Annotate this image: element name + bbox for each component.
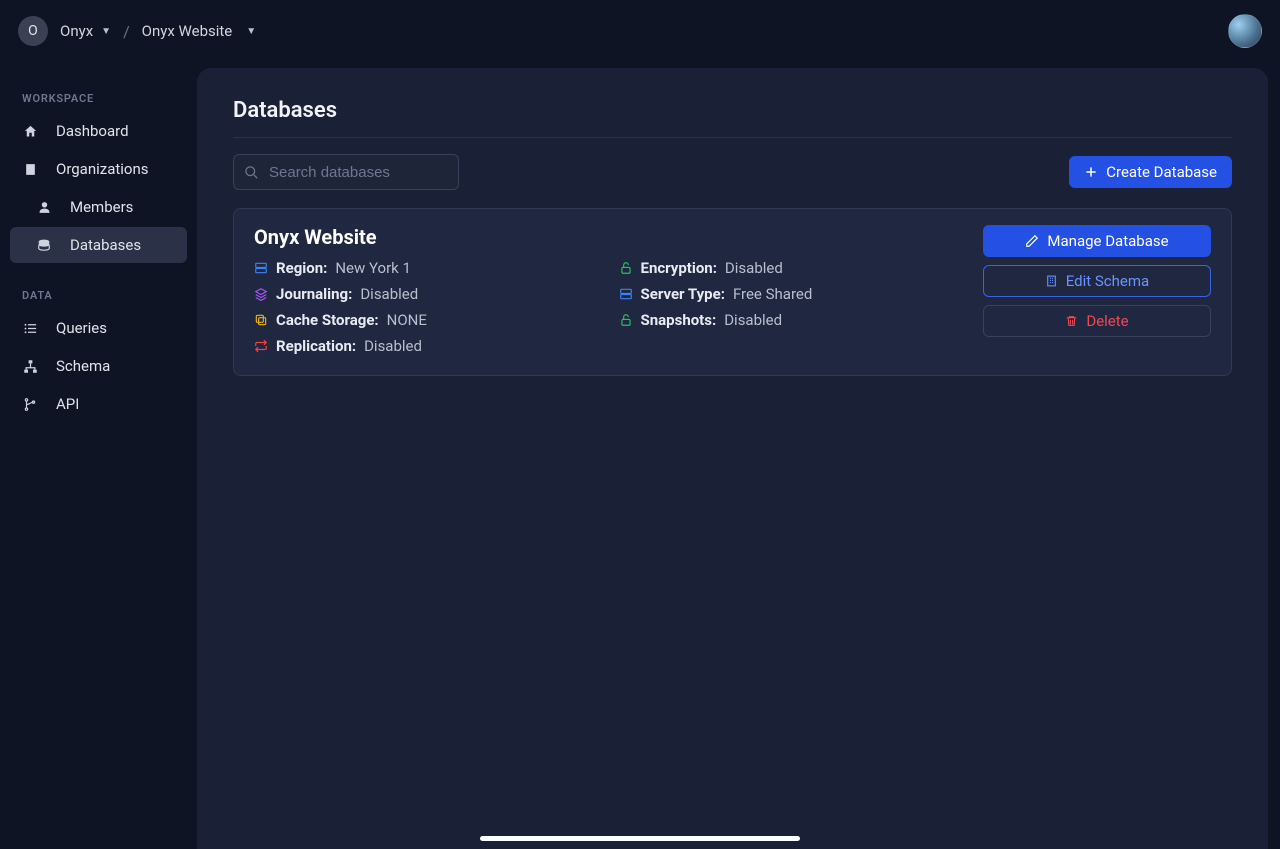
sidebar-item-databases[interactable]: Databases [10,227,187,263]
breadcrumb-project-label: Onyx Website [142,22,233,40]
row-replication: Replication: Disabled [254,337,599,355]
toolbar: Create Database [233,154,1232,190]
sidebar-item-schema[interactable]: Schema [10,348,187,384]
row-server-type: Server Type: Free Shared [619,285,964,303]
org-avatar: O [18,16,48,46]
sidebar-section-workspace: WORKSPACE [10,86,187,113]
main-panel: Databases Create Database Onyx Website [197,68,1268,849]
list-icon [22,321,38,336]
top-bar: O Onyx ▼ / Onyx Website ▼ [0,0,1280,62]
branch-icon [22,397,38,412]
trash-icon [1065,314,1078,328]
layers-icon [254,287,268,301]
delete-label: Delete [1086,312,1128,330]
search-icon [244,165,259,180]
breadcrumb-org[interactable]: Onyx ▼ [60,22,111,40]
row-region: Region:New York 1 [254,259,599,277]
lock-open-icon [619,261,633,275]
sidebar-item-label: Organizations [56,160,149,178]
chevron-down-icon: ▼ [101,26,111,37]
sidebar-item-members[interactable]: Members [10,189,187,225]
sitemap-icon [22,359,38,374]
database-card: Onyx Website Region:New York 1 Encryptio… [233,208,1232,376]
building-icon [1045,274,1058,288]
breadcrumb-org-label: Onyx [60,22,93,40]
sidebar-item-label: Databases [70,236,141,254]
sidebar-item-label: API [56,395,79,413]
sidebar-item-queries[interactable]: Queries [10,310,187,346]
row-journaling: Journaling: Disabled [254,285,599,303]
lock-open-icon [619,313,633,327]
row-encryption: Encryption: Disabled [619,259,964,277]
sidebar-item-dashboard[interactable]: Dashboard [10,113,187,149]
row-snapshots: Snapshots: Disabled [619,311,964,329]
copy-icon [254,313,268,327]
page-title: Databases [233,98,1232,138]
edit-schema-button[interactable]: Edit Schema [983,265,1211,297]
breadcrumb-project[interactable]: Onyx Website ▼ [142,22,256,40]
home-indicator [480,836,800,841]
breadcrumb-sep: / [123,22,130,41]
chevron-down-icon: ▼ [246,26,256,37]
edit-schema-label: Edit Schema [1066,272,1149,290]
repeat-icon [254,339,268,353]
sidebar: WORKSPACE Dashboard Organizations Member… [0,62,197,849]
search-box[interactable] [233,154,459,190]
plus-icon [1084,165,1098,179]
sidebar-item-label: Schema [56,357,110,375]
sidebar-item-label: Dashboard [56,122,129,140]
home-icon [22,124,38,139]
search-input[interactable] [269,164,448,181]
server-icon [254,261,268,275]
breadcrumb: O Onyx ▼ / Onyx Website ▼ [18,16,256,46]
row-cache-storage: Cache Storage: NONE [254,311,599,329]
org-initial: O [28,23,38,39]
user-icon [36,200,52,215]
database-icon [36,238,52,253]
create-database-button[interactable]: Create Database [1069,156,1232,188]
sidebar-item-label: Queries [56,319,107,337]
building-icon [22,162,38,177]
manage-database-button[interactable]: Manage Database [983,225,1211,257]
delete-button[interactable]: Delete [983,305,1211,337]
sidebar-item-label: Members [70,198,133,216]
sidebar-section-data: DATA [10,283,187,310]
server-icon [619,287,633,301]
pencil-icon [1025,234,1039,248]
create-database-label: Create Database [1106,163,1217,181]
manage-database-label: Manage Database [1047,232,1168,250]
sidebar-item-organizations[interactable]: Organizations [10,151,187,187]
database-actions: Manage Database Edit Schema Delete [983,225,1211,355]
user-avatar[interactable] [1228,14,1262,48]
sidebar-item-api[interactable]: API [10,386,187,422]
database-name: Onyx Website [254,225,963,249]
